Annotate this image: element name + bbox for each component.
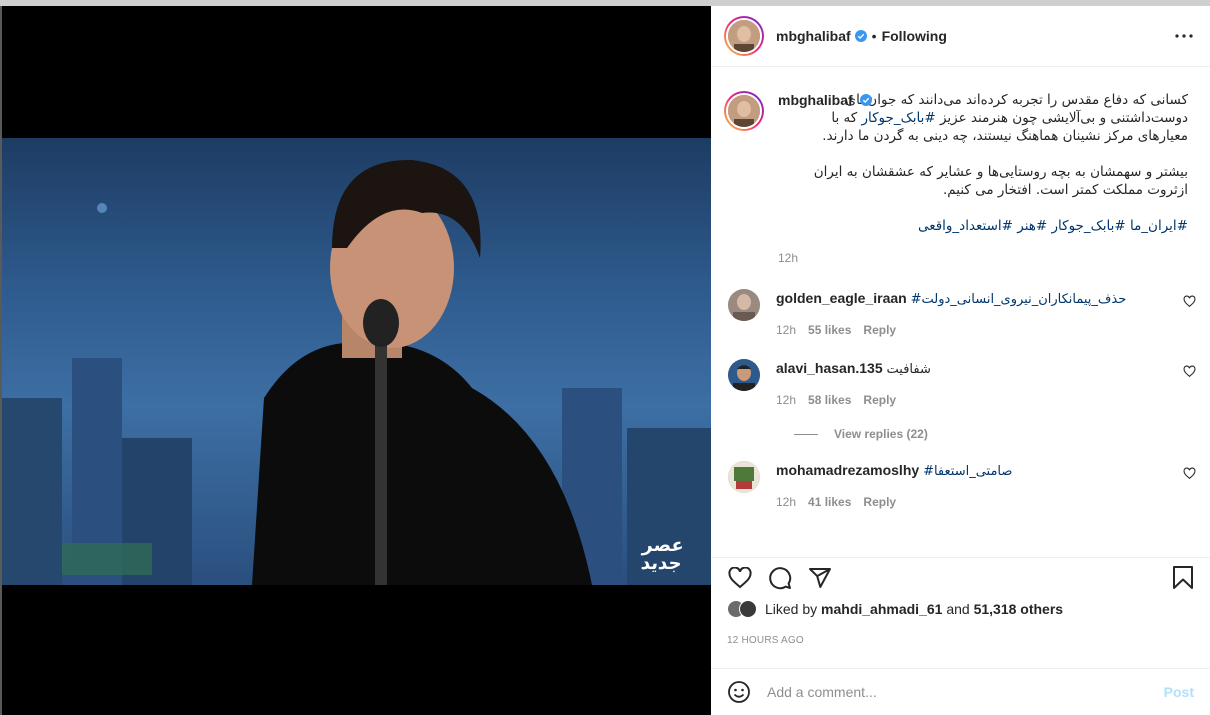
- comment-time[interactable]: 12h: [776, 321, 796, 339]
- reply-button[interactable]: Reply: [863, 391, 896, 409]
- city-backdrop: [2, 159, 711, 585]
- liked-by-user[interactable]: mahdi_ahmadi_61: [821, 601, 942, 617]
- like-icon[interactable]: [727, 565, 753, 591]
- comment-likes[interactable]: 41 likes: [808, 493, 851, 511]
- like-comment-icon[interactable]: [1183, 365, 1196, 378]
- video-frame: عصر جدید: [2, 138, 711, 585]
- commenter-username[interactable]: alavi_hasan.135: [776, 360, 883, 376]
- comment-item: golden_eagle_iraan #حذف_پیمانکاران_نیروی…: [724, 289, 1196, 339]
- caption-time[interactable]: 12h: [778, 249, 1188, 267]
- post-comment-button[interactable]: Post: [1164, 684, 1194, 700]
- more-options-icon[interactable]: [1172, 24, 1196, 48]
- like-comment-icon[interactable]: [1183, 295, 1196, 308]
- comment-icon[interactable]: [767, 565, 793, 591]
- comment-time[interactable]: 12h: [776, 391, 796, 409]
- post-header: mbghalibaf • Following: [711, 6, 1210, 67]
- like-comment-icon[interactable]: [1183, 467, 1196, 480]
- post-timestamp[interactable]: 12 HOURS AGO: [727, 635, 804, 646]
- comment-text[interactable]: #حذف_پیمانکاران_نیروی_انسانی_دولت: [911, 292, 1127, 307]
- comment-text: شفافیت: [886, 362, 931, 377]
- comment-likes[interactable]: 58 likes: [808, 391, 851, 409]
- action-bar: [711, 557, 1210, 597]
- view-replies-label: View replies (22): [834, 427, 928, 441]
- emoji-icon[interactable]: [727, 680, 751, 704]
- liked-others[interactable]: 51,318 others: [974, 601, 1064, 617]
- comment-text[interactable]: #صامتی_استعفا: [923, 464, 1012, 479]
- author-avatar[interactable]: [724, 16, 764, 56]
- commenter-username[interactable]: mohamadrezamoslhy: [776, 462, 919, 478]
- caption-hashtag[interactable]: #بابک_جوکار: [862, 110, 936, 126]
- reply-button[interactable]: Reply: [863, 493, 896, 511]
- save-icon[interactable]: [1170, 565, 1196, 591]
- post-caption: mbghalibaf کسانی که دفاع مقدس را تجربه ک…: [724, 91, 1196, 267]
- comments-list[interactable]: mbghalibaf کسانی که دفاع مقدس را تجربه ک…: [711, 67, 1210, 557]
- likers-avatars: [727, 600, 757, 618]
- caption-hashtags[interactable]: #ایران_ما #بابک_جوکار #هنر #استعداد_واقع…: [778, 217, 1188, 235]
- view-replies-button[interactable]: View replies (22): [794, 427, 1196, 441]
- caption-avatar[interactable]: [724, 91, 764, 131]
- commenter-username[interactable]: golden_eagle_iraan: [776, 290, 907, 306]
- reply-button[interactable]: Reply: [863, 321, 896, 339]
- comment-likes[interactable]: 55 likes: [808, 321, 851, 339]
- commenter-avatar[interactable]: [728, 461, 760, 493]
- verified-badge-icon: [854, 30, 867, 42]
- channel-logo: عصر جدید: [639, 535, 685, 574]
- comment-item: mohamadrezamoslhy #صامتی_استعفا 12h 41 l…: [724, 461, 1196, 511]
- replies-line: [794, 433, 818, 435]
- comment-time[interactable]: 12h: [776, 493, 796, 511]
- verified-badge-icon: [860, 94, 872, 106]
- likes-summary[interactable]: Liked by mahdi_ahmadi_61 and 51,318 othe…: [727, 600, 1063, 618]
- caption-username[interactable]: mbghalibaf: [778, 91, 853, 109]
- post-panel: mbghalibaf • Following mbghalibaf کسانی …: [711, 6, 1210, 715]
- post-media[interactable]: عصر جدید: [2, 6, 711, 715]
- comment-input[interactable]: [767, 684, 1164, 700]
- add-comment-bar: Post: [711, 668, 1210, 715]
- share-icon[interactable]: [807, 565, 833, 591]
- commenter-avatar[interactable]: [728, 359, 760, 391]
- separator-dot: •: [871, 28, 877, 44]
- liked-by-label: Liked by: [765, 601, 818, 617]
- following-button[interactable]: Following: [882, 28, 947, 44]
- caption-text-2: بیشتر و سهمشان به بچه روستایی‌ها و عشایر…: [813, 164, 1188, 198]
- author-username[interactable]: mbghalibaf: [776, 28, 851, 44]
- comment-item: alavi_hasan.135 شفافیت 12h 58 likes Repl…: [724, 359, 1196, 409]
- liked-and: and: [946, 601, 970, 617]
- commenter-avatar[interactable]: [728, 289, 760, 321]
